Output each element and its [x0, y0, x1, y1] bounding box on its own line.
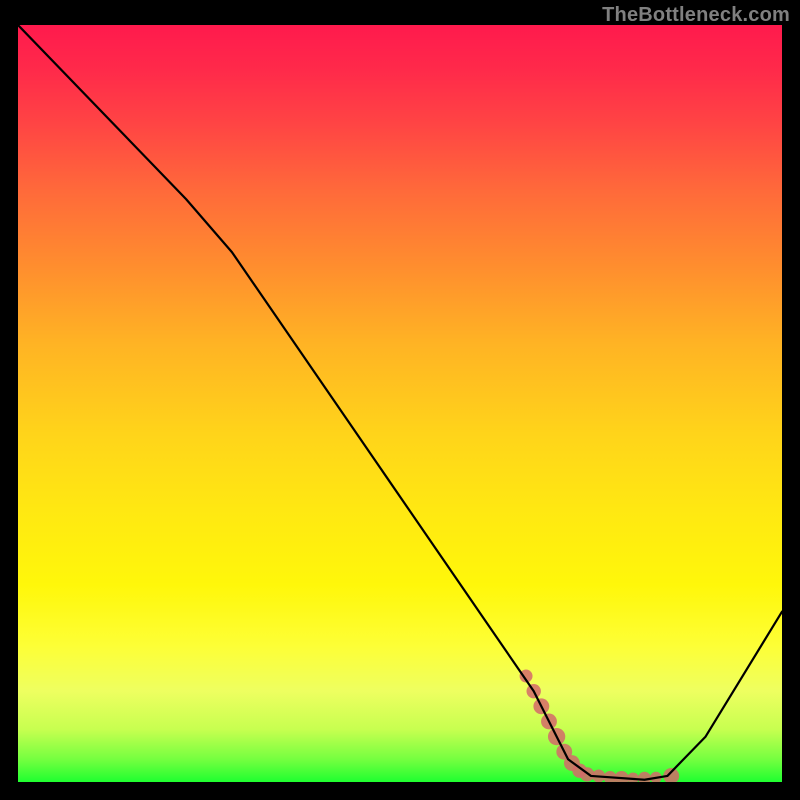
- scatter-point: [627, 772, 639, 782]
- plot-area: [18, 25, 782, 782]
- scatter-point: [663, 768, 679, 782]
- scatter-point: [614, 771, 628, 782]
- watermark-text: TheBottleneck.com: [602, 4, 790, 27]
- chart-container: TheBottleneck.com: [0, 0, 800, 800]
- chart-svg: [18, 25, 782, 782]
- scatter-group: [520, 670, 680, 782]
- bottleneck-curve: [18, 25, 782, 780]
